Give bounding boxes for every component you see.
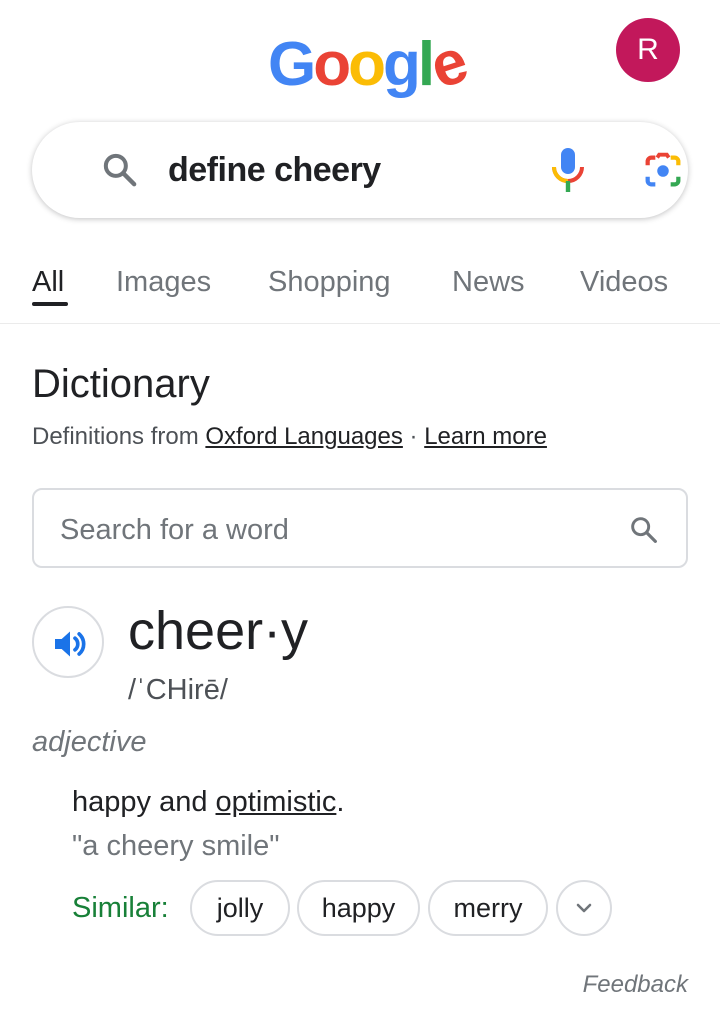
tab-images[interactable]: Images — [116, 264, 211, 300]
lens-icon[interactable] — [640, 148, 686, 194]
chevron-down-icon — [576, 903, 592, 913]
word-search-placeholder: Search for a word — [60, 514, 289, 546]
logo-letter-1: G — [268, 30, 316, 99]
headword: cheer·y — [128, 601, 309, 661]
example-sentence: "a cheery smile" — [72, 830, 280, 862]
oxford-languages-link[interactable]: Oxford Languages — [205, 423, 402, 450]
similar-label: Similar: — [72, 892, 169, 924]
source-separator: · — [402, 423, 425, 450]
learn-more-link[interactable]: Learn more — [424, 423, 547, 450]
tab-all[interactable]: All — [32, 264, 64, 300]
google-logo[interactable]: Google — [268, 27, 473, 102]
account-avatar[interactable]: R — [616, 18, 680, 82]
source-prefix: Definitions from — [32, 423, 206, 450]
part-of-speech: adjective — [32, 726, 147, 758]
logo-letter-3: o — [348, 30, 386, 99]
definition-suffix: . — [336, 786, 345, 818]
header: Google R — [0, 0, 720, 110]
pronunciation-button[interactable] — [32, 606, 104, 678]
definition-prefix: happy and — [72, 786, 216, 818]
active-tab-indicator — [32, 302, 68, 306]
speaker-icon — [55, 631, 86, 657]
dictionary-source: Definitions from Oxford Languages · Lear… — [32, 422, 547, 452]
tab-news[interactable]: News — [452, 264, 525, 300]
mic-icon[interactable] — [548, 146, 588, 194]
similar-chip-merry[interactable]: merry — [428, 880, 548, 936]
search-bar[interactable]: define cheery — [32, 122, 688, 218]
pronunciation: /ˈCHirē/ — [128, 674, 228, 706]
definition: happy and optimistic. — [72, 784, 344, 820]
avatar-initial: R — [637, 33, 659, 66]
tab-videos[interactable]: Videos — [580, 264, 668, 300]
dictionary-title: Dictionary — [32, 362, 210, 406]
feedback-link[interactable]: Feedback — [583, 970, 688, 1000]
logo-letter-4: g — [382, 30, 421, 99]
search-icon[interactable] — [100, 150, 140, 190]
similar-chip-happy[interactable]: happy — [297, 880, 420, 936]
tab-shopping[interactable]: Shopping — [268, 264, 391, 300]
optimistic-link[interactable]: optimistic — [216, 786, 337, 818]
search-query[interactable]: define cheery — [168, 150, 381, 190]
expand-similar-button[interactable] — [556, 880, 612, 936]
search-tabs: All Images Shopping News Videos — [0, 250, 720, 324]
search-icon[interactable] — [628, 514, 660, 546]
logo-letter-2: o — [313, 30, 351, 99]
similar-chip-jolly[interactable]: jolly — [190, 880, 290, 936]
word-search-input[interactable]: Search for a word — [32, 488, 688, 568]
